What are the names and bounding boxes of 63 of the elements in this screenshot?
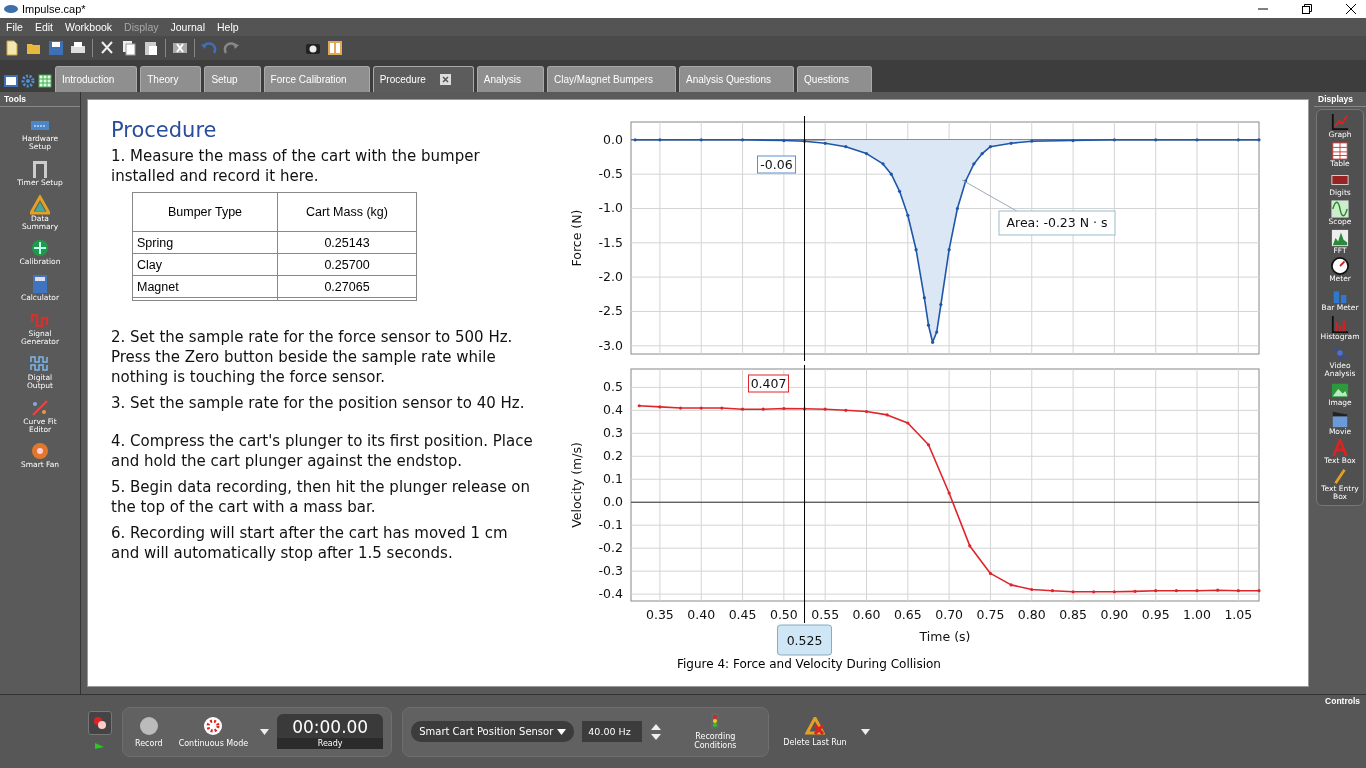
y-tick-label: -0.2 (598, 540, 623, 556)
step-text: 2. Set the sample rate for the force sensor to 500 Hz. Press the Zero button beside the sample rate while nothing is touching the force sensor. (111, 327, 514, 387)
step-text: 3. Set the sample rate for the position sensor to 40 Hz. (111, 393, 526, 413)
figure-caption: Figure 4: Force and Velocity During Collision (676, 657, 941, 671)
y-tick-label: 0.2 (603, 448, 623, 464)
x-tick-label: 0.85 (1059, 607, 1087, 622)
y-tick-label: -0.3 (598, 563, 623, 579)
x-tick-label: 0.70 (935, 607, 964, 622)
table-cell: Magnet (132, 275, 278, 298)
y-tick-label: -0.4 (598, 586, 623, 602)
area-label: Area: -0.23 N · s (998, 210, 1116, 236)
x-tick-label: 0.60 (852, 607, 881, 622)
x-tick-label: 0.65 (893, 607, 922, 622)
y-axis-label: Velocity (m/s) (569, 442, 584, 528)
step-text: 1. Measure the mass of the cart with the bumper installed and record it here. (111, 146, 481, 186)
x-tick-label: 0.55 (811, 607, 840, 622)
cursor-label: 0.407 (748, 374, 790, 393)
cursor-x-label: 0.525 (777, 624, 833, 656)
x-tick-label: 0.80 (1017, 607, 1046, 622)
y-tick-label: 0.3 (603, 425, 623, 441)
panel-title: Controls (1325, 696, 1360, 706)
table-cell: Spring (132, 231, 278, 254)
x-tick-label: 0.40 (687, 607, 716, 622)
panel-title: Displays (1314, 92, 1366, 107)
step-text: 6. Recording will start after the cart has moved 1 cm and will automatically stop after 1.5 seconds. (111, 523, 509, 563)
table-cell: Clay (132, 253, 278, 276)
x-tick-label: 0.75 (976, 607, 1005, 622)
y-axis-label: Force (N) (569, 209, 584, 267)
y-tick-label: 0.1 (603, 471, 623, 487)
page-heading: Procedure (111, 118, 218, 142)
x-tick-label: 0.45 (728, 607, 757, 622)
y-tick-label: 0.4 (603, 402, 623, 418)
y-tick-label: 0.0 (603, 131, 623, 147)
timer-display: 00:00.00 Ready (277, 714, 384, 749)
y-tick-label: -0.1 (598, 517, 623, 533)
x-tick-label: 0.35 (646, 607, 674, 622)
annotation: -0.06 (760, 157, 793, 172)
step-text: 5. Begin data recording, then hit the plunger release on the top of the cart with a mass bar. (111, 477, 531, 517)
x-tick-label: 0.50 (769, 607, 798, 622)
panel-title: Tools (0, 92, 80, 107)
x-axis-label: Time (s) (919, 629, 971, 644)
column-header: Bumper Type (132, 192, 278, 232)
y-tick-label: -2.0 (598, 269, 623, 285)
x-tick-label: 1.05 (1224, 607, 1253, 622)
y-tick-label: -0.5 (598, 166, 623, 182)
table-cell: 0.25700 (277, 253, 417, 276)
window-title: Impulse.cap* (22, 3, 86, 15)
x-tick-label: 1.00 (1183, 607, 1211, 622)
x-tick-label: 0.90 (1100, 607, 1129, 622)
step-text: 4. Compress the cart's plunger to its first position. Place and hold the cart plunger against the endstop. (111, 431, 534, 471)
y-tick-label: -3.0 (598, 337, 623, 353)
cursor-label: -0.06 (757, 155, 797, 174)
table-cell: 0.27065 (277, 275, 417, 298)
table-cell: 0.25143 (277, 231, 417, 254)
column-header: Cart Mass (kg) (277, 192, 417, 232)
y-tick-label: -1.0 (598, 200, 623, 216)
ref-line-label: 0.525 (786, 633, 823, 648)
x-tick-label: 0.95 (1141, 607, 1170, 622)
annotation: Area: -0.23 N · s (1006, 215, 1108, 230)
y-tick-label: -1.5 (598, 234, 623, 250)
y-tick-label: 0.5 (603, 379, 623, 395)
y-tick-label: -2.5 (598, 303, 623, 319)
y-tick-label: 0.0 (603, 494, 623, 510)
